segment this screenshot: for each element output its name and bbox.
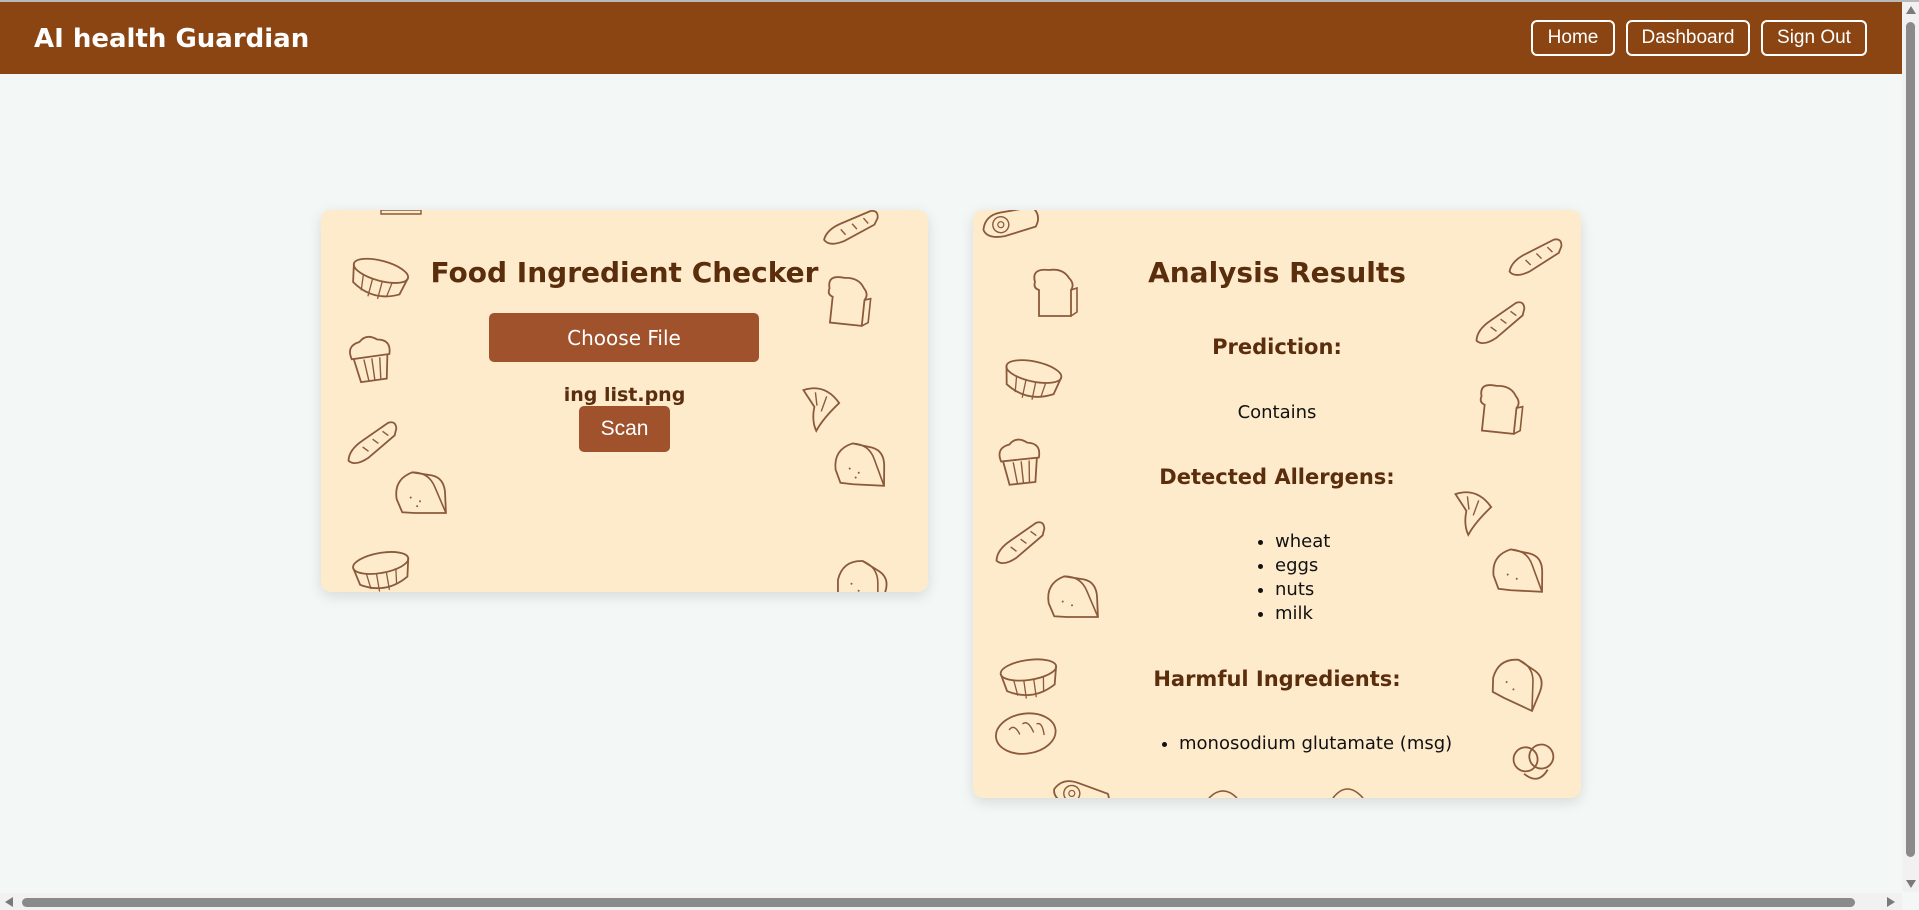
prediction-value: Contains (1237, 402, 1317, 423)
pretzel-icon (1510, 741, 1558, 783)
bread-loaf-icon (390, 464, 452, 526)
sign-out-button[interactable]: Sign Out (1761, 20, 1867, 56)
selected-file-name: ing list.png (563, 384, 686, 406)
scan-button[interactable]: Scan (579, 406, 670, 452)
cake-roll-icon (1049, 775, 1113, 798)
croissant-icon (1442, 486, 1495, 540)
baguette-icon (820, 210, 882, 246)
allergen-list: wheat eggs nuts milk (1255, 530, 1330, 626)
checker-title: Food Ingredient Checker (430, 256, 819, 289)
round-bread-icon (992, 708, 1060, 759)
harmful-ingredient-item: monosodium glutamate (msg) (1179, 732, 1452, 756)
analysis-results-card: Analysis Results Prediction: Contains De… (973, 210, 1581, 798)
detected-allergens-label: Detected Allergens: (1159, 465, 1395, 489)
scroll-down-icon[interactable] (1906, 880, 1916, 888)
vertical-scroll-thumb[interactable] (1906, 22, 1915, 857)
cake-roll-icon (980, 210, 1042, 241)
prediction-label: Prediction: (1212, 335, 1342, 359)
horizontal-scroll-thumb[interactable] (22, 898, 1855, 907)
allergen-item: nuts (1275, 578, 1330, 602)
bread-loaf-icon (833, 557, 891, 592)
results-title: Analysis Results (1148, 256, 1406, 289)
allergen-item: wheat (1275, 530, 1330, 554)
vertical-scrollbar[interactable] (1902, 2, 1919, 892)
scroll-left-icon[interactable] (5, 897, 13, 907)
brand-title[interactable]: AI health Guardian (34, 24, 309, 54)
muffin-icon (347, 333, 395, 385)
bakery-pattern-background (980, 210, 1567, 798)
harmful-ingredient-list: monosodium glutamate (msg) (1159, 732, 1452, 756)
allergen-item: eggs (1275, 554, 1330, 578)
ring-cake-icon (350, 547, 414, 592)
bread-loaf-icon (830, 436, 890, 496)
choose-file-button[interactable]: Choose File (489, 313, 759, 362)
baguette-icon (340, 419, 405, 467)
harmful-ingredients-label: Harmful Ingredients: (1153, 667, 1401, 691)
scroll-up-icon[interactable] (1906, 6, 1916, 14)
horizontal-scrollbar[interactable] (0, 893, 1902, 910)
ring-cake-icon (999, 355, 1065, 406)
navbar: AI health Guardian Home Dashboard Sign O… (0, 2, 1902, 74)
bread-loaf-icon (1488, 542, 1548, 602)
dashboard-button[interactable]: Dashboard (1626, 20, 1750, 56)
baguette-icon (988, 519, 1053, 567)
ingredient-checker-card: Food Ingredient Checker Choose File ing … (321, 210, 928, 592)
home-button[interactable]: Home (1531, 20, 1615, 56)
scroll-right-icon[interactable] (1887, 897, 1895, 907)
bread-loaf-icon (1042, 568, 1104, 630)
allergen-item: milk (1275, 602, 1330, 626)
